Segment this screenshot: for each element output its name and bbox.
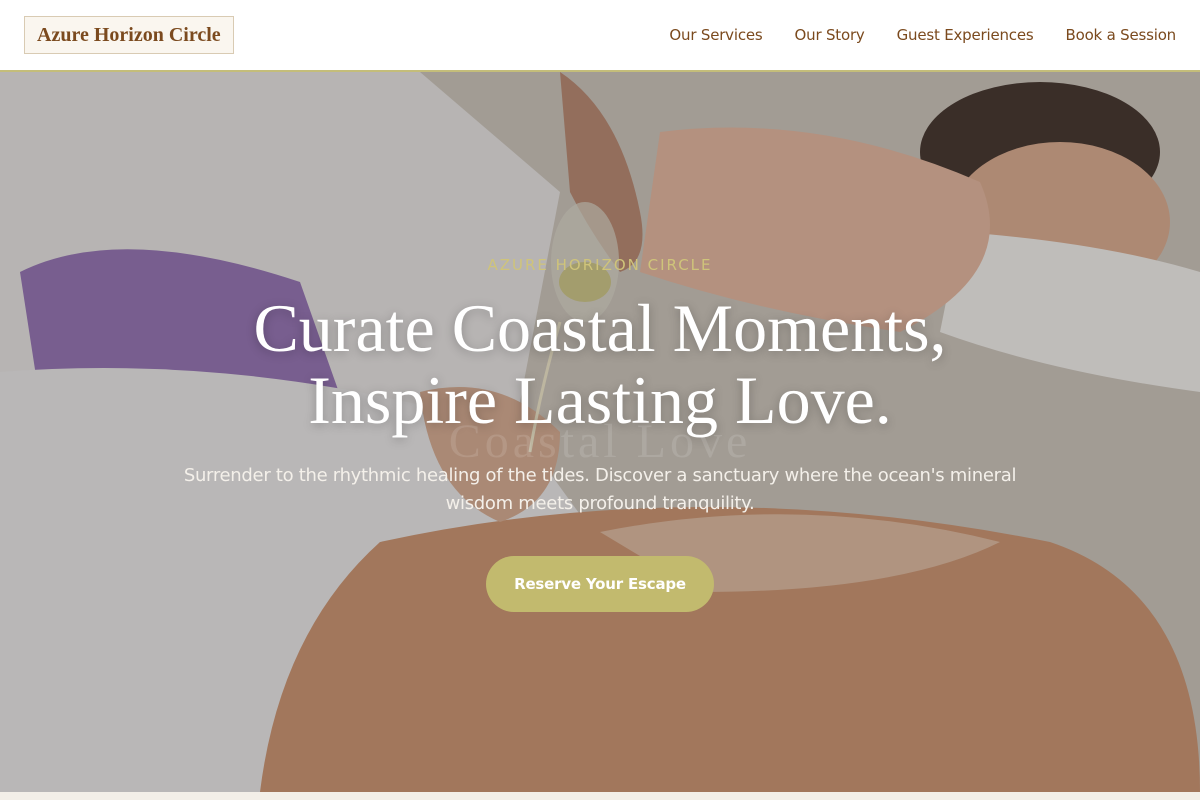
hero-subtitle: Surrender to the rhythmic healing of the… <box>183 465 1017 514</box>
reserve-escape-button[interactable]: Reserve Your Escape <box>486 556 714 612</box>
nav-link-story[interactable]: Our Story <box>795 26 865 44</box>
nav-item-experiences: Guest Experiences <box>897 26 1034 45</box>
section-divider-strip <box>0 792 1200 800</box>
hero-ghost-text: Coastal Love <box>448 415 752 468</box>
brand-logo-link[interactable]: Azure Horizon Circle <box>24 16 234 54</box>
nav-item-book: Book a Session <box>1066 26 1177 45</box>
hero-eyebrow: AZURE HORIZON CIRCLE <box>487 256 713 274</box>
nav-link-experiences[interactable]: Guest Experiences <box>897 26 1034 44</box>
hero-headline-line1: Curate Coastal Moments, <box>253 290 947 366</box>
hero-section: AZURE HORIZON CIRCLE Curate Coastal Mome… <box>0 72 1200 792</box>
nav-link-book-session[interactable]: Book a Session <box>1066 26 1177 44</box>
hero-content: AZURE HORIZON CIRCLE Curate Coastal Mome… <box>0 72 1200 792</box>
nav-item-services: Our Services <box>669 26 762 45</box>
main-nav: Our Services Our Story Guest Experiences… <box>669 26 1176 45</box>
nav-link-services[interactable]: Our Services <box>669 26 762 44</box>
site-header: Azure Horizon Circle Our Services Our St… <box>0 0 1200 72</box>
nav-item-story: Our Story <box>795 26 865 45</box>
